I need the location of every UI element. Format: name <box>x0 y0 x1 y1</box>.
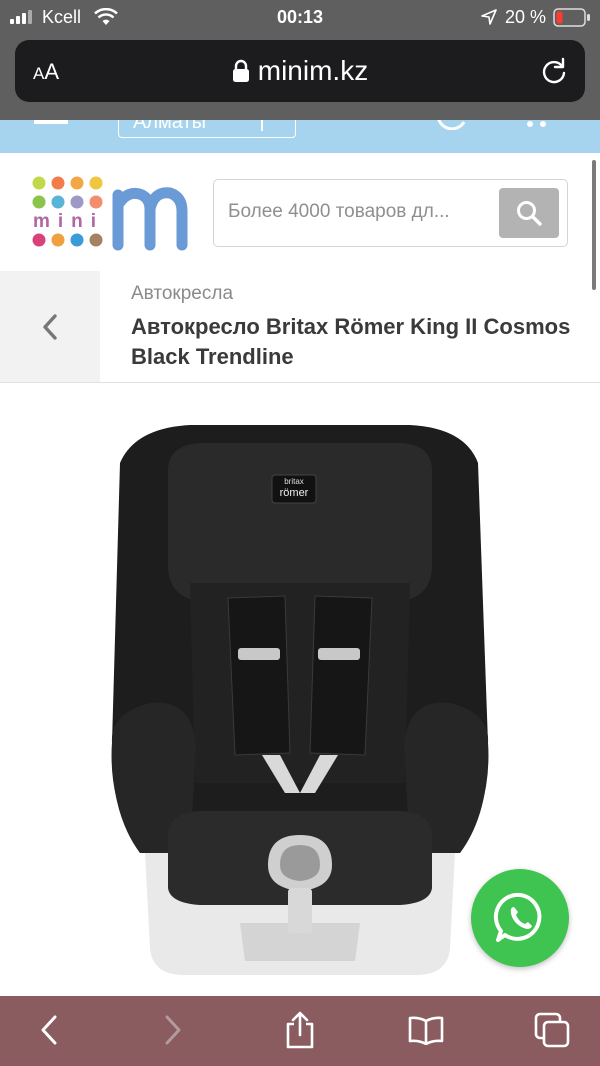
forward-nav-button[interactable] <box>148 1008 198 1052</box>
location-arrow-icon <box>481 9 497 25</box>
browser-toolbar <box>0 996 600 1066</box>
back-button[interactable] <box>0 271 100 382</box>
product-title: Автокресло Britax Römer King II Cosmos B… <box>131 314 571 369</box>
bookmarks-button[interactable] <box>401 1008 451 1052</box>
bookmarks-icon <box>408 1016 444 1045</box>
battery-percent: 20 % <box>505 7 547 27</box>
city-label: Алматы <box>133 120 206 133</box>
search-box <box>213 179 568 247</box>
scroll-indicator[interactable] <box>592 160 596 290</box>
site-top-bar: Алматы <box>0 120 600 153</box>
battery-icon <box>553 8 590 27</box>
search-input[interactable] <box>228 198 498 226</box>
url-display[interactable]: minim.kz <box>15 55 585 87</box>
site-header: mini mini <box>0 153 600 272</box>
brand-label-bottom: römer <box>279 487 309 499</box>
search-icon <box>517 201 542 226</box>
site-logo[interactable]: mini mini <box>30 173 190 251</box>
lock-icon <box>232 59 249 82</box>
forward-icon <box>165 1015 181 1045</box>
menu-icon[interactable] <box>34 120 68 124</box>
svg-text:mini: mini <box>33 211 104 232</box>
tabs-icon <box>534 1012 570 1048</box>
city-select[interactable]: Алматы <box>118 120 296 138</box>
product-heading: Автокресла Автокресло Britax Römer King … <box>0 271 600 383</box>
whatsapp-button[interactable] <box>471 869 569 967</box>
status-bar: Kcell 00:13 20 % <box>0 0 600 36</box>
whatsapp-icon <box>493 892 542 942</box>
back-nav-button[interactable] <box>24 1008 74 1052</box>
reload-icon[interactable] <box>539 56 569 86</box>
search-button[interactable] <box>499 188 559 238</box>
share-icon <box>286 1011 314 1049</box>
breadcrumb-category[interactable]: Автокресла <box>131 283 233 305</box>
chevron-left-icon <box>43 313 57 340</box>
phone-icon[interactable] <box>436 120 468 130</box>
back-icon <box>41 1015 57 1045</box>
url-text: minim.kz <box>257 55 369 86</box>
share-button[interactable] <box>275 1008 325 1052</box>
address-bar[interactable]: AAAA minim.kz <box>15 40 585 102</box>
cart-icon[interactable] <box>522 120 552 130</box>
brand-label-top: britax <box>284 477 304 486</box>
tabs-button[interactable] <box>527 1008 577 1052</box>
logo-dots: mini <box>32 176 188 251</box>
